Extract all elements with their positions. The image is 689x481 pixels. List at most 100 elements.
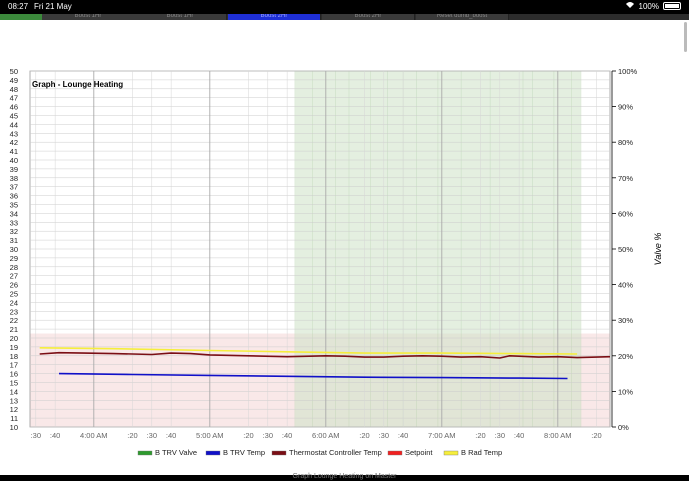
y-tick-label: 19 bbox=[10, 343, 18, 352]
x-tick-label: :40 bbox=[282, 431, 292, 440]
y-tick-label: 24 bbox=[10, 298, 18, 307]
x-tick-label: :20 bbox=[359, 431, 369, 440]
x-tick-label: :30 bbox=[495, 431, 505, 440]
y2-tick-label: 0% bbox=[618, 423, 629, 432]
y2-tick-label: 80% bbox=[618, 138, 633, 147]
legend-label: B TRV Temp bbox=[223, 448, 265, 457]
y-tick-label: 41 bbox=[10, 147, 18, 156]
x-tick-label: :30 bbox=[379, 431, 389, 440]
y-tick-label: 37 bbox=[10, 183, 18, 192]
y-tick-label: 26 bbox=[10, 281, 18, 290]
y-tick-label: 16 bbox=[10, 370, 18, 379]
legend-label: Thermostat Controller Temp bbox=[289, 448, 382, 457]
y-tick-label: 44 bbox=[10, 120, 18, 129]
y-tick-label: 40 bbox=[10, 156, 18, 165]
x-tick-label: 6:00 AM bbox=[312, 431, 340, 440]
y2-tick-label: 20% bbox=[618, 352, 633, 361]
y-tick-label: 12 bbox=[10, 405, 18, 414]
y2-tick-label: 10% bbox=[618, 387, 633, 396]
y2-axis-ticks: 0% 10% 20% 30% 40% 50% 60% 70% 80% 90% 100% bbox=[611, 67, 638, 432]
y-tick-label: 31 bbox=[10, 236, 18, 245]
y-tick-label: 11 bbox=[10, 414, 18, 423]
y2-tick-label: 100% bbox=[618, 67, 638, 76]
x-tick-label: :20 bbox=[243, 431, 253, 440]
y-tick-label: 36 bbox=[10, 192, 18, 201]
status-date: Fri 21 May bbox=[34, 2, 72, 11]
legend-label: B TRV Valve bbox=[155, 448, 197, 457]
y-tick-label: 10 bbox=[10, 423, 18, 432]
x-tick-label: :30 bbox=[31, 431, 41, 440]
x-tick-label: :40 bbox=[514, 431, 524, 440]
legend-label: Setpoint bbox=[405, 448, 433, 457]
y-tick-label: 33 bbox=[10, 218, 18, 227]
y-tick-label: 32 bbox=[10, 227, 18, 236]
y2-tick-label: 60% bbox=[618, 209, 633, 218]
y-tick-label: 14 bbox=[10, 387, 18, 396]
y-tick-label: 35 bbox=[10, 201, 18, 210]
y2-tick-label: 50% bbox=[618, 245, 633, 254]
x-tick-label: :20 bbox=[475, 431, 485, 440]
legend-swatch bbox=[387, 450, 403, 456]
y2-tick-label: 70% bbox=[618, 174, 633, 183]
y2-tick-label: 40% bbox=[618, 281, 633, 290]
y-tick-label: 21 bbox=[10, 325, 18, 334]
x-tick-label: 5:00 AM bbox=[196, 431, 224, 440]
legend-label: B Rad Temp bbox=[461, 448, 502, 457]
status-time: 08:27 bbox=[8, 2, 29, 11]
x-tick-label: :40 bbox=[166, 431, 176, 440]
bottom-bar: Graph Lounge Heating on Master bbox=[0, 473, 689, 481]
y-tick-label: 30 bbox=[10, 245, 18, 254]
x-tick-label: :20 bbox=[127, 431, 137, 440]
status-right: 100% bbox=[625, 1, 681, 11]
chart-legend: B TRV Valve B TRV Temp Thermostat Controll… bbox=[137, 448, 502, 457]
y-tick-label: 28 bbox=[10, 263, 18, 272]
x-tick-label: :30 bbox=[147, 431, 157, 440]
y-tick-label: 38 bbox=[10, 174, 18, 183]
y-tick-label: 46 bbox=[10, 103, 18, 112]
legend-swatch bbox=[271, 450, 287, 456]
legend-swatch bbox=[137, 450, 153, 456]
y-tick-label: 23 bbox=[10, 307, 18, 316]
x-tick-label: :40 bbox=[50, 431, 60, 440]
y2-tick-label: 30% bbox=[618, 316, 633, 325]
y-tick-label: 18 bbox=[10, 352, 18, 361]
legend-swatch bbox=[443, 450, 459, 456]
y-tick-label: 15 bbox=[10, 379, 18, 388]
x-tick-label: :20 bbox=[591, 431, 601, 440]
y-tick-label: 49 bbox=[10, 76, 18, 85]
x-tick-label: 7:00 AM bbox=[428, 431, 456, 440]
wifi-icon bbox=[625, 1, 635, 11]
y-axis-ticks: 1011121314151617181920212223242526272829… bbox=[10, 67, 18, 432]
x-tick-label: 4:00 AM bbox=[80, 431, 108, 440]
battery-percent: 100% bbox=[638, 1, 659, 11]
y-tick-label: 48 bbox=[10, 85, 18, 94]
y-tick-label: 42 bbox=[10, 138, 18, 147]
y2-tick-label: 90% bbox=[618, 103, 633, 112]
y-tick-label: 13 bbox=[10, 396, 18, 405]
y-tick-label: 20 bbox=[10, 334, 18, 343]
graph-page: 10 11 12 13 14 15 16 17 18 19 20 21 22 23 24 25 26 27 28 29… bbox=[0, 20, 689, 475]
x-tick-label: :40 bbox=[398, 431, 408, 440]
y2-axis-label: Valve % bbox=[653, 233, 663, 266]
y-tick-label: 22 bbox=[10, 316, 18, 325]
chart-title: Graph - Lounge Heating bbox=[32, 80, 123, 89]
bottom-caption: Graph Lounge Heating on Master bbox=[292, 473, 397, 480]
y-tick-label: 27 bbox=[10, 272, 18, 281]
status-bar: 08:27 Fri 21 May 100% bbox=[0, 0, 689, 14]
y-tick-label: 43 bbox=[10, 129, 18, 138]
lounge-heating-chart: 1011121314151617181920212223242526272829… bbox=[10, 67, 663, 457]
x-tick-label: :30 bbox=[263, 431, 273, 440]
y-tick-label: 25 bbox=[10, 290, 18, 299]
y-tick-label: 47 bbox=[10, 94, 18, 103]
y-tick-label: 45 bbox=[10, 112, 18, 121]
y-tick-label: 50 bbox=[10, 67, 18, 76]
legend-swatch bbox=[205, 450, 221, 456]
y-tick-label: 39 bbox=[10, 165, 18, 174]
y-tick-label: 29 bbox=[10, 254, 18, 263]
y-tick-label: 17 bbox=[10, 361, 18, 370]
x-axis-ticks: :30 :40 4:00 AM :20 :30 :40 5:00 AM :20 :30 :40 6:… bbox=[31, 431, 602, 440]
battery-icon bbox=[663, 2, 681, 10]
x-tick-label: 8:00 AM bbox=[544, 431, 572, 440]
y-tick-label: 34 bbox=[10, 209, 18, 218]
scroll-indicator[interactable] bbox=[684, 22, 687, 52]
